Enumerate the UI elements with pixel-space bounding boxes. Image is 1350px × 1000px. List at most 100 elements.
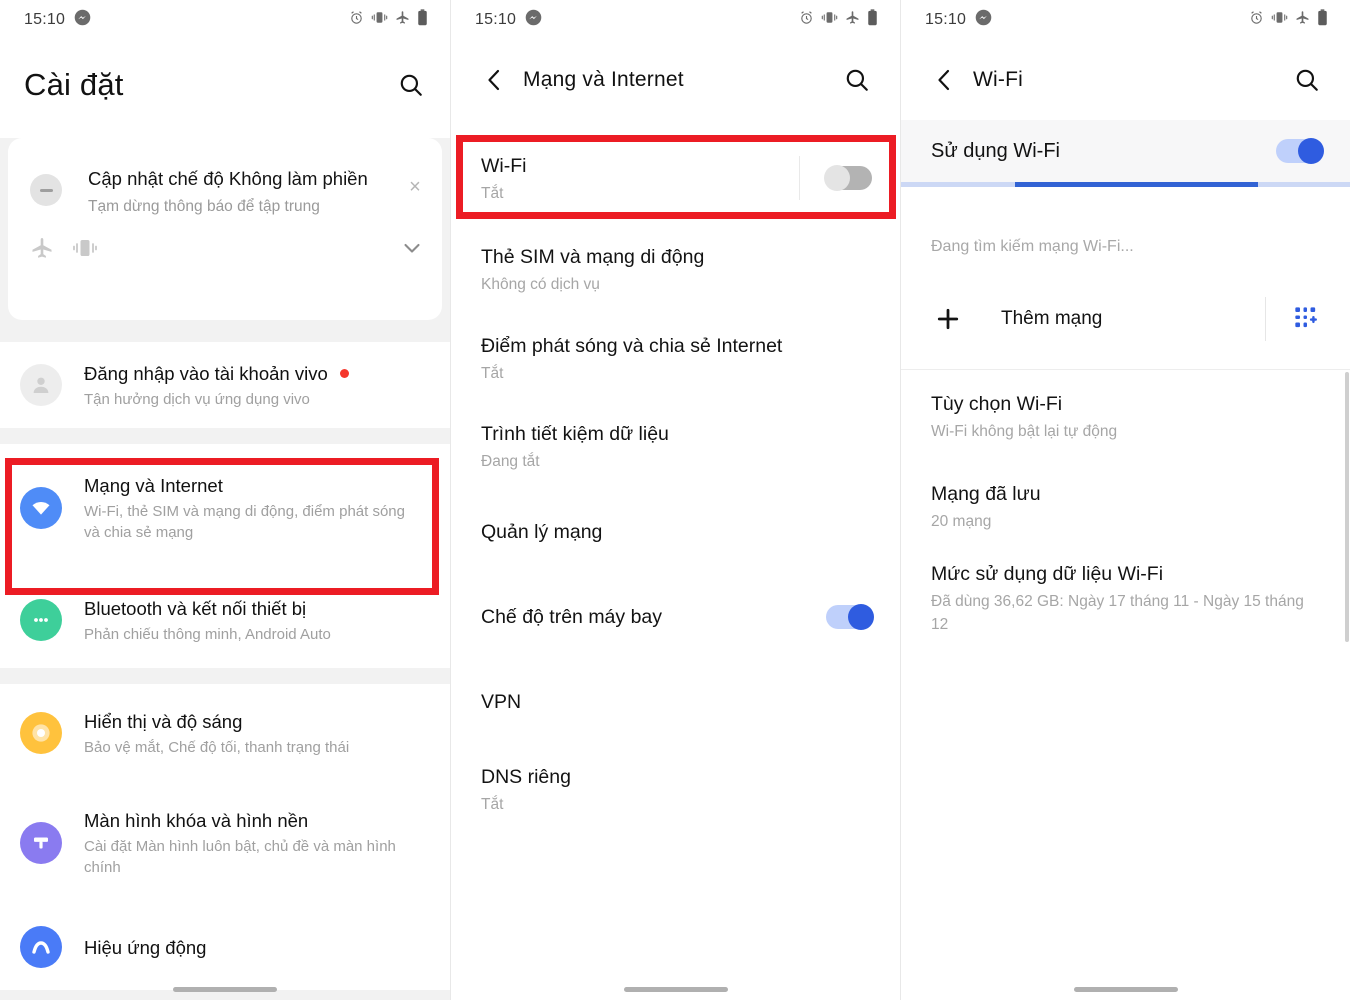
data-saver-texts: Trình tiết kiệm dữ liệu Đang tắt (481, 412, 872, 481)
dnd-notification-bottom (8, 218, 442, 265)
dnd-notification-subtitle: Tạm dừng thông báo để tập trung (88, 198, 320, 215)
sim-texts: Thẻ SIM và mạng di động Không có dịch vụ (481, 235, 872, 304)
list-item-label: Mức sử dụng dữ liệu Wi-Fi (931, 563, 1164, 585)
use-wifi-row[interactable]: Sử dụng Wi-Fi (901, 120, 1350, 182)
network-internet-texts: Mạng và Internet Wi-Fi, thẻ SIM và mạng … (84, 467, 430, 549)
network-header: Mạng và Internet (451, 40, 900, 120)
airplane-mode-texts: Chế độ trên máy bay (481, 595, 826, 639)
home-indicator (623, 987, 728, 992)
page-title: Mạng và Internet (523, 68, 684, 91)
list-item-sim-mobile-network[interactable]: Thẻ SIM và mạng di động Không có dịch vụ (451, 224, 900, 314)
wifi-toggle[interactable] (824, 165, 872, 191)
scrollbar[interactable] (1345, 372, 1349, 642)
list-item-airplane-mode[interactable]: Chế độ trên máy bay (451, 574, 900, 660)
sidebar-item-lockscreen-wallpaper[interactable]: Màn hình khóa và hình nền Cài đặt Màn hì… (0, 782, 450, 904)
sidebar-item-animation-effects[interactable]: Hiệu ứng động (0, 904, 450, 990)
list-item-label: Tùy chọn Wi-Fi (931, 392, 1063, 415)
sidebar-item-network-internet[interactable]: Mạng và Internet Wi-Fi, thẻ SIM và mạng … (0, 444, 450, 572)
dnd-quick-icons (30, 236, 400, 265)
search-icon[interactable] (394, 68, 428, 102)
dnd-notification-title: Cập nhật chế độ Không làm phiền (88, 168, 368, 189)
account-group: Đăng nhập vào tài khoản vivo Tận hưởng d… (0, 342, 450, 428)
wifi-header: Wi-Fi (901, 40, 1350, 120)
battery-icon (1317, 9, 1328, 31)
do-not-disturb-icon (30, 174, 62, 206)
divider (799, 156, 800, 200)
use-wifi-toggle[interactable] (1276, 138, 1324, 164)
qr-scan-icon[interactable] (1290, 302, 1324, 336)
list-item-wifi-data-usage[interactable]: Mức sử dụng dữ liệu Wi-Fi Đã dùng 36,62 … (901, 550, 1350, 646)
list-item-wifi[interactable]: Wi-Fi Tắt (451, 132, 900, 224)
back-chevron-icon[interactable] (481, 65, 507, 95)
settings-header: Cài đặt (0, 40, 450, 130)
panel-settings: 15:10 Cài đặt Cập nhật chế độ Không làm … (0, 0, 450, 1000)
sidebar-item-label: Hiển thị và độ sáng (84, 710, 243, 732)
status-bar-left: 15:10 (925, 9, 992, 31)
display-texts: Hiển thị và độ sáng Bảo vệ mắt, Chế độ t… (84, 703, 430, 764)
status-bar-right (799, 9, 878, 31)
dnd-notification-card[interactable]: Cập nhật chế độ Không làm phiền Tạm dừng… (8, 138, 442, 320)
divider (1265, 297, 1266, 341)
list-item-hotspot-tethering[interactable]: Điểm phát sóng và chia sẻ Internet Tắt (451, 314, 900, 402)
sidebar-item-label: Bluetooth và kết nối thiết bị (84, 597, 307, 619)
close-icon[interactable]: × (402, 176, 428, 199)
alarm-icon (1249, 10, 1264, 30)
animation-texts: Hiệu ứng động (84, 929, 430, 966)
list-item-data-saver[interactable]: Trình tiết kiệm dữ liệu Đang tắt (451, 402, 900, 490)
status-bar: 15:10 (901, 0, 1350, 40)
list-item-sublabel: Tắt (481, 795, 504, 813)
messenger-icon (975, 9, 992, 31)
alarm-icon (799, 10, 814, 30)
sidebar-item-sublabel: Wi-Fi, thẻ SIM và mạng di động, điểm phá… (84, 503, 405, 541)
status-bar-left: 15:10 (475, 9, 542, 31)
panel-wifi: 15:10 Wi-Fi Sử dụng Wi-Fi Đang tìm kiếm … (900, 0, 1350, 1000)
use-wifi-label: Sử dụng Wi-Fi (931, 139, 1060, 162)
vibrate-icon (1271, 10, 1288, 30)
network-list: Wi-Fi Tắt Thẻ SIM và mạng di động Không … (451, 132, 900, 834)
plus-icon (931, 304, 965, 334)
list-item-vpn[interactable]: VPN (451, 660, 900, 744)
airplane-icon[interactable] (30, 236, 54, 265)
list-item-label: Trình tiết kiệm dữ liệu (481, 422, 669, 445)
list-item-label: DNS riêng (481, 765, 571, 788)
sidebar-item-sublabel: Tận hưởng dịch vụ ứng dụng vivo (84, 390, 310, 408)
dnd-notification-texts: Cập nhật chế độ Không làm phiền Tạm dừng… (88, 166, 402, 218)
battery-icon (417, 9, 428, 31)
search-icon[interactable] (1290, 63, 1324, 97)
account-icon (20, 364, 62, 406)
sidebar-item-sublabel: Phản chiếu thông minh, Android Auto (84, 625, 331, 643)
alarm-icon (349, 10, 364, 30)
sidebar-item-bluetooth[interactable]: Bluetooth và kết nối thiết bị Phản chiếu… (0, 572, 450, 668)
list-item-private-dns[interactable]: DNS riêng Tắt (451, 744, 900, 834)
add-network-row[interactable]: Thêm mạng (901, 259, 1350, 341)
search-icon[interactable] (840, 63, 874, 97)
status-bar-right (1249, 9, 1328, 31)
vpn-texts: VPN (481, 680, 872, 724)
list-item-sublabel: 20 mạng (931, 512, 992, 530)
list-item-label: Điểm phát sóng và chia sẻ Internet (481, 334, 783, 357)
page-title: Cài đặt (24, 67, 124, 102)
list-item-sublabel: Đã dùng 36,62 GB: Ngày 17 tháng 11 - Ngà… (931, 593, 1304, 633)
chevron-down-icon[interactable] (400, 236, 424, 265)
list-item-label: Wi-Fi (481, 154, 527, 177)
list-item-label: Chế độ trên máy bay (481, 606, 663, 628)
list-item-wifi-preferences[interactable]: Tùy chọn Wi-Fi Wi-Fi không bật lại tự độ… (901, 370, 1350, 462)
sidebar-item-vivo-account[interactable]: Đăng nhập vào tài khoản vivo Tận hưởng d… (0, 342, 450, 428)
vibrate-icon[interactable] (72, 237, 98, 264)
list-item-saved-networks[interactable]: Mạng đã lưu 20 mạng (901, 462, 1350, 550)
airplane-icon (395, 10, 410, 30)
sidebar-item-display-brightness[interactable]: Hiển thị và độ sáng Bảo vệ mắt, Chế độ t… (0, 684, 450, 782)
back-chevron-icon[interactable] (931, 65, 957, 95)
airplane-mode-toggle[interactable] (826, 604, 874, 630)
scanning-status-text: Đang tìm kiếm mạng Wi-Fi... (931, 238, 1134, 255)
scan-progress-bar (901, 182, 1350, 187)
home-indicator (1073, 987, 1178, 992)
list-item-label: Mạng đã lưu (931, 482, 1041, 505)
animation-icon (20, 926, 62, 968)
list-item-network-management[interactable]: Quản lý mạng (451, 490, 900, 574)
list-item-label: Thẻ SIM và mạng di động (481, 245, 705, 268)
list-item-sublabel: Không có dịch vụ (481, 275, 600, 293)
status-bar-right (349, 9, 428, 31)
wifi-preferences-texts: Tùy chọn Wi-Fi Wi-Fi không bật lại tự độ… (931, 382, 1322, 451)
status-time: 15:10 (24, 11, 66, 28)
